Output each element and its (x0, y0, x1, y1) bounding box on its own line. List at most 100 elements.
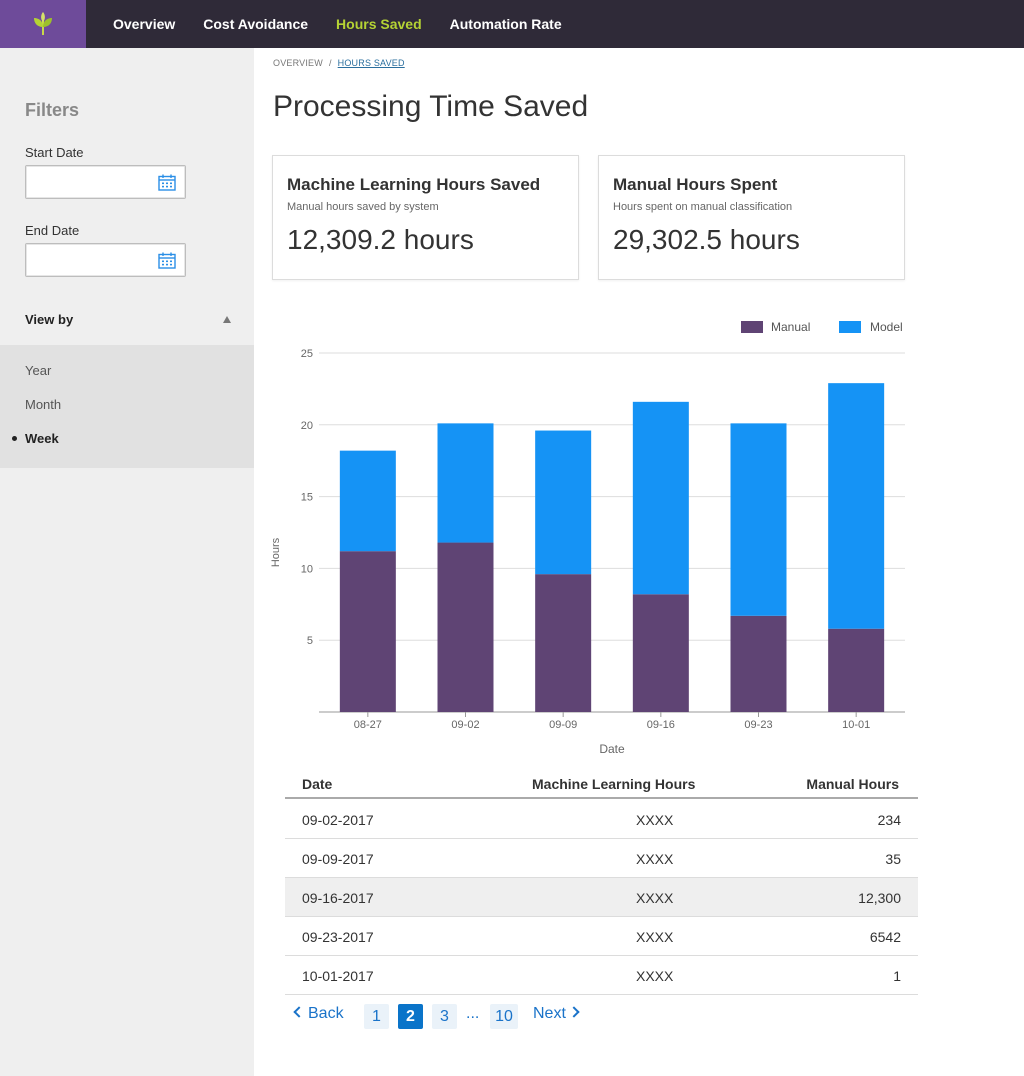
x-tick-label: 09-23 (744, 719, 772, 731)
cell-ml-hours: XXXX (636, 890, 674, 906)
start-date-input[interactable] (26, 166, 146, 198)
th-date[interactable]: Date (302, 776, 332, 792)
pager-next-label: Next (533, 1005, 566, 1022)
y-tick-label: 15 (301, 492, 313, 504)
view-by-options: Year Month Week (0, 345, 254, 468)
cell-date: 09-23-2017 (302, 929, 374, 945)
bar-model (437, 423, 494, 543)
cell-manual-hours: 12,300 (858, 890, 901, 906)
table-row[interactable]: 09-23-2017 XXXX 6542 (285, 917, 918, 956)
sprout-icon (34, 12, 52, 36)
breadcrumb-separator: / (328, 58, 332, 68)
x-tick-label: 09-16 (647, 719, 675, 731)
pager-page-3[interactable]: 3 (432, 1004, 457, 1029)
y-axis-title: Hours (270, 537, 282, 567)
view-by-year[interactable]: Year (25, 363, 51, 378)
page-title: Processing Time Saved (273, 90, 589, 123)
cell-ml-hours: XXXX (636, 851, 674, 867)
cell-ml-hours: XXXX (636, 929, 674, 945)
nav-overview[interactable]: Overview (99, 16, 189, 32)
card-value: 12,309.2 hours (287, 224, 474, 255)
card-title: Machine Learning Hours Saved (287, 175, 541, 194)
x-tick-label: 10-01 (842, 719, 870, 731)
view-by-month[interactable]: Month (25, 397, 61, 412)
cell-manual-hours: 6542 (869, 929, 901, 945)
breadcrumb-overview[interactable]: OVERVIEW (273, 58, 323, 68)
card-title: Manual Hours Spent (613, 175, 778, 194)
bar-manual (535, 574, 592, 712)
y-tick-label: 20 (301, 420, 313, 432)
pager-next-button[interactable]: Next (533, 1005, 580, 1023)
calendar-icon[interactable] (158, 252, 176, 269)
cell-date: 09-16-2017 (302, 890, 374, 906)
selected-dot-icon (12, 436, 17, 441)
bar-manual (828, 628, 885, 712)
nav-cost-avoidance[interactable]: Cost Avoidance (189, 16, 322, 32)
bar-manual (339, 551, 396, 712)
pager-back-button[interactable]: Back (293, 1005, 344, 1023)
ml-hours-card: Machine Learning Hours Saved Manual hour… (272, 155, 579, 280)
chevron-right-icon (568, 1006, 580, 1018)
x-axis-title: Date (599, 742, 625, 756)
x-tick-label: 09-02 (451, 719, 479, 731)
bar-manual (632, 594, 689, 712)
table-header: Date Machine Learning Hours Manual Hours (285, 768, 918, 799)
filters-title: Filters (25, 100, 80, 120)
end-date-label: End Date (25, 223, 80, 238)
view-by-toggle[interactable]: View by (25, 312, 231, 327)
end-date-input[interactable] (26, 244, 146, 276)
cell-ml-hours: XXXX (636, 812, 674, 828)
th-ml-hours[interactable]: Machine Learning Hours (532, 776, 695, 792)
manual-hours-card: Manual Hours Spent Hours spent on manual… (598, 155, 905, 280)
calendar-icon[interactable] (158, 174, 176, 191)
y-tick-label: 5 (307, 635, 313, 647)
chevron-left-icon (293, 1006, 305, 1018)
pager-back-label: Back (308, 1005, 344, 1022)
pager-page-2[interactable]: 2 (398, 1004, 423, 1029)
breadcrumb-hours-saved[interactable]: HOURS SAVED (338, 58, 405, 68)
nav-hours-saved[interactable]: Hours Saved (322, 16, 436, 32)
caret-up-icon (223, 316, 231, 323)
table-row[interactable]: 09-02-2017 XXXX 234 (285, 800, 918, 839)
card-subtitle: Manual hours saved by system (287, 201, 439, 213)
cell-manual-hours: 1 (893, 968, 901, 984)
bar-model (339, 450, 396, 552)
bar-model (828, 383, 885, 629)
start-date-field[interactable] (25, 165, 186, 199)
table-row[interactable]: 09-16-2017 XXXX 12,300 (285, 878, 918, 917)
main-nav: Overview Cost Avoidance Hours Saved Auto… (99, 0, 576, 48)
cell-date: 09-09-2017 (302, 851, 374, 867)
cell-date: 09-02-2017 (302, 812, 374, 828)
x-tick-label: 08-27 (354, 719, 382, 731)
bar-model (730, 423, 787, 616)
view-by-week[interactable]: Week (12, 431, 59, 446)
bar-model (535, 430, 592, 575)
cell-manual-hours: 234 (877, 812, 901, 828)
pager-page-1[interactable]: 1 (364, 1004, 389, 1029)
start-date-label: Start Date (25, 145, 84, 160)
view-by-week-label: Week (25, 431, 59, 446)
nav-automation-rate[interactable]: Automation Rate (436, 16, 576, 32)
pager-ellipsis: ... (466, 1005, 480, 1022)
bar-model (632, 401, 689, 595)
logo[interactable] (0, 0, 86, 48)
end-date-field[interactable] (25, 243, 186, 277)
bar-manual (730, 615, 787, 712)
th-manual-hours[interactable]: Manual Hours (806, 776, 899, 792)
cell-manual-hours: 35 (885, 851, 901, 867)
chart-plot: 5 10 15 20 25 08-27 09-02 09-09 09-16 09-23 10-01 D… (270, 348, 905, 756)
filters-sidebar: Filters Start Date End Date View by Year… (0, 48, 254, 1076)
y-tick-label: 25 (301, 348, 313, 360)
view-by-label: View by (25, 312, 74, 327)
x-tick-label: 09-09 (549, 719, 577, 731)
card-value: 29,302.5 hours (613, 224, 800, 255)
y-tick-label: 10 (301, 563, 313, 575)
cell-date: 10-01-2017 (302, 968, 374, 984)
top-navbar: Overview Cost Avoidance Hours Saved Auto… (0, 0, 1024, 48)
bar-manual (437, 542, 494, 712)
hours-chart: Manual Model 5 10 15 20 25 08-27 09-02 09-09 09-… (265, 305, 925, 765)
pager-page-10[interactable]: 10 (490, 1004, 518, 1029)
table-row[interactable]: 09-09-2017 XXXX 35 (285, 839, 918, 878)
card-subtitle: Hours spent on manual classification (613, 201, 793, 213)
table-row[interactable]: 10-01-2017 XXXX 1 (285, 956, 918, 995)
